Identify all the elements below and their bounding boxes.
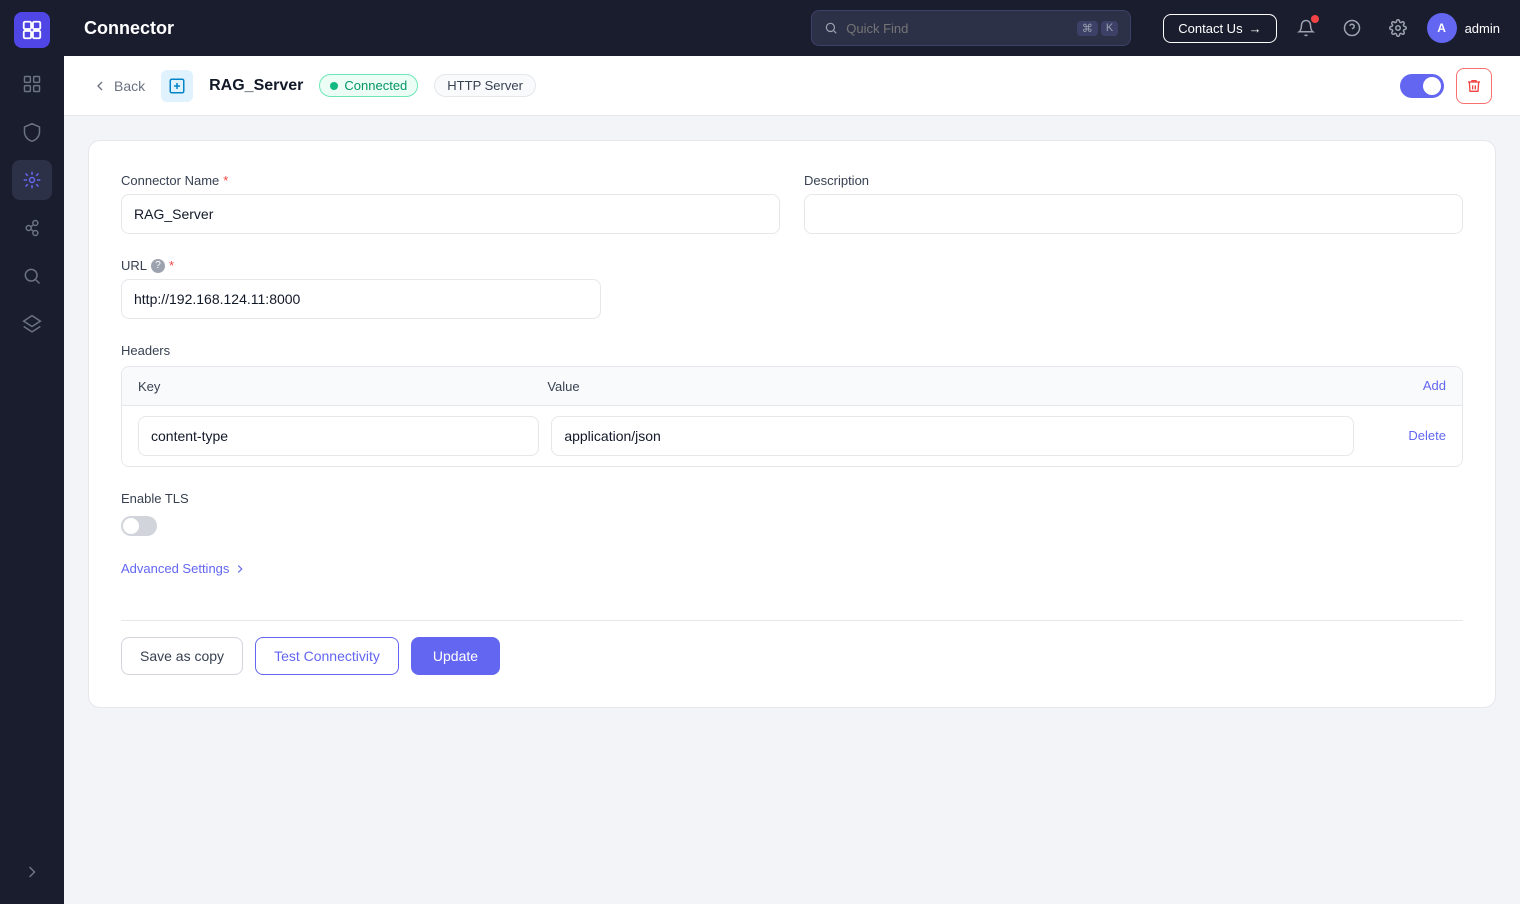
- header-action-cell: Delete: [1366, 427, 1446, 445]
- description-label: Description: [804, 173, 1463, 188]
- header-value-input[interactable]: [551, 416, 1354, 456]
- add-header-button[interactable]: Add: [1423, 378, 1446, 393]
- active-toggle[interactable]: [1400, 74, 1444, 98]
- status-dot: [330, 82, 338, 90]
- settings-button[interactable]: [1381, 11, 1415, 45]
- url-group: URL ? *: [121, 258, 1463, 319]
- sidebar-item-connector[interactable]: [12, 160, 52, 200]
- save-as-copy-button[interactable]: Save as copy: [121, 637, 243, 675]
- search-bar[interactable]: ⌘ K: [811, 10, 1131, 46]
- url-required-marker: *: [169, 258, 174, 273]
- advanced-settings-link[interactable]: Advanced Settings: [121, 561, 247, 576]
- gear-icon: [1389, 19, 1407, 37]
- tls-toggle[interactable]: [121, 516, 157, 536]
- page-header: Back RAG_Server Connected HTTP Server: [64, 56, 1520, 116]
- action-buttons: Save as copy Test Connectivity Update: [121, 637, 1463, 675]
- search-input[interactable]: [846, 21, 1069, 36]
- user-menu-button[interactable]: A admin: [1427, 13, 1500, 43]
- chevron-right-icon: [233, 562, 247, 576]
- sidebar: [0, 0, 64, 904]
- connector-type-icon: [161, 70, 193, 102]
- trash-icon: [1466, 78, 1482, 94]
- headers-table-head: Key Value Add: [122, 367, 1462, 406]
- test-connectivity-button[interactable]: Test Connectivity: [255, 637, 399, 675]
- page-title: RAG_Server: [209, 77, 303, 95]
- header-key-cell: [138, 416, 539, 456]
- header-value-cell: [551, 416, 1354, 456]
- page-header-actions: [1400, 68, 1492, 104]
- contact-us-button[interactable]: Contact Us →: [1163, 14, 1276, 43]
- sidebar-item-shield[interactable]: [12, 112, 52, 152]
- help-button[interactable]: [1335, 11, 1369, 45]
- sidebar-item-dashboard[interactable]: [12, 64, 52, 104]
- app-logo[interactable]: [14, 12, 50, 48]
- delete-header-button[interactable]: Delete: [1408, 428, 1446, 443]
- name-description-row: Connector Name * Description: [121, 173, 1463, 234]
- content-area: Back RAG_Server Connected HTTP Server: [64, 56, 1520, 904]
- delete-button[interactable]: [1456, 68, 1492, 104]
- update-button[interactable]: Update: [411, 637, 500, 675]
- value-column-header: Value: [547, 379, 1366, 394]
- form-card: Connector Name * Description URL ?: [88, 140, 1496, 708]
- app-title: Connector: [84, 18, 174, 39]
- headers-label: Headers: [121, 343, 1463, 358]
- key-column-header: Key: [138, 379, 547, 394]
- back-arrow-icon: [92, 78, 108, 94]
- top-navbar: Connector ⌘ K Contact Us →: [64, 0, 1520, 56]
- header-key-input[interactable]: [138, 416, 539, 456]
- description-input[interactable]: [804, 194, 1463, 234]
- status-text: Connected: [344, 78, 407, 93]
- back-button[interactable]: Back: [92, 78, 145, 94]
- action-column-header: Add: [1366, 377, 1446, 395]
- sidebar-bottom: [12, 852, 52, 892]
- url-input[interactable]: [121, 279, 601, 319]
- tls-section: Enable TLS: [121, 491, 1463, 536]
- user-name: admin: [1465, 21, 1500, 36]
- url-help-icon[interactable]: ?: [151, 259, 165, 273]
- status-badge: Connected: [319, 74, 418, 97]
- sidebar-item-expand[interactable]: [12, 852, 52, 892]
- headers-section: Headers Key Value Add: [121, 343, 1463, 467]
- avatar: A: [1427, 13, 1457, 43]
- tls-label: Enable TLS: [121, 491, 1463, 506]
- notifications-button[interactable]: [1289, 11, 1323, 45]
- required-marker: *: [223, 173, 228, 188]
- connector-name-label: Connector Name *: [121, 173, 780, 188]
- description-group: Description: [804, 173, 1463, 234]
- http-connector-icon: [168, 77, 186, 95]
- sidebar-item-search[interactable]: [12, 256, 52, 296]
- headers-table: Key Value Add Del: [121, 366, 1463, 467]
- sidebar-item-integration[interactable]: [12, 208, 52, 248]
- kbd-cmd: ⌘: [1077, 21, 1098, 36]
- sidebar-item-layers[interactable]: [12, 304, 52, 344]
- connector-name-group: Connector Name *: [121, 173, 780, 234]
- connector-name-input[interactable]: [121, 194, 780, 234]
- navbar-actions: Contact Us →: [1163, 11, 1500, 45]
- form-divider: [121, 620, 1463, 621]
- notification-dot: [1311, 15, 1319, 23]
- url-label: URL ? *: [121, 258, 1463, 273]
- header-row: Delete: [122, 406, 1462, 466]
- search-icon: [824, 21, 838, 35]
- main-area: Connector ⌘ K Contact Us →: [64, 0, 1520, 904]
- type-badge: HTTP Server: [434, 74, 536, 97]
- kbd-k: K: [1101, 21, 1118, 36]
- search-shortcut: ⌘ K: [1077, 21, 1118, 36]
- help-icon: [1343, 19, 1361, 37]
